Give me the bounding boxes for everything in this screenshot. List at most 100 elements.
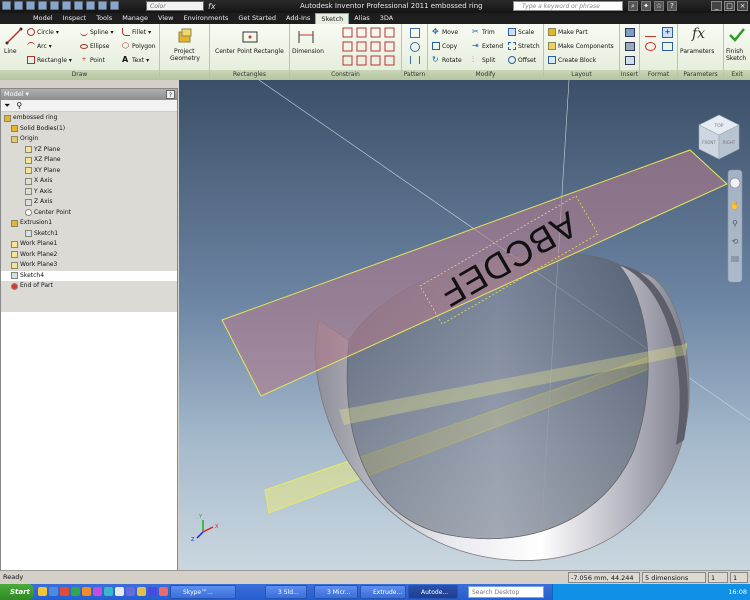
taskbar-item-autodesk[interactable]: Autode... [408, 585, 458, 599]
driven-dimension-icon[interactable] [662, 42, 673, 51]
taskbar-item-extrude[interactable]: Extrude... [360, 585, 406, 599]
spline-button[interactable]: Spline ▾ [80, 27, 113, 37]
rectangular-pattern-icon[interactable] [410, 28, 420, 38]
line-icon[interactable] [5, 27, 23, 45]
tree-node-yz-plane[interactable]: YZ Plane [1, 145, 177, 156]
save-icon[interactable] [38, 1, 47, 10]
finish-sketch-icon[interactable] [728, 26, 746, 44]
taskbar-item-microsoft[interactable]: 3 Micr... [314, 585, 358, 599]
point-button[interactable]: + Point [80, 55, 104, 65]
parameters-group-title[interactable]: Parameters [678, 70, 723, 80]
fx-button[interactable]: fx [208, 0, 216, 13]
offset-button[interactable]: Offset [508, 55, 536, 65]
tab-3da[interactable]: 3DA [375, 13, 398, 24]
tree-node-work-plane3[interactable]: Work Plane3 [1, 260, 177, 271]
tab-manage[interactable]: Manage [117, 13, 153, 24]
undo-icon[interactable] [50, 1, 59, 10]
tab-tools[interactable]: Tools [91, 13, 117, 24]
desktop-icon[interactable] [38, 587, 47, 596]
circular-pattern-icon[interactable] [410, 42, 420, 52]
app-icon[interactable] [93, 587, 102, 596]
tab-alias[interactable]: Alias [349, 13, 374, 24]
rotate-button[interactable]: ↻ Rotate [432, 55, 462, 65]
orbit-icon[interactable]: ⟲ [732, 237, 739, 246]
print-icon[interactable] [86, 1, 95, 10]
binoculars-icon[interactable]: ⌕ [628, 1, 638, 11]
tab-inspect[interactable]: Inspect [58, 13, 92, 24]
tree-node-x-axis[interactable]: X Axis [1, 176, 177, 187]
tab-environments[interactable]: Environments [178, 13, 233, 24]
create-block-button[interactable]: Create Block [548, 55, 596, 65]
centerline-icon[interactable]: + [662, 27, 673, 38]
redo-icon[interactable] [62, 1, 71, 10]
app-icon[interactable] [159, 587, 168, 596]
viewcube[interactable]: TOP FRONT RIGHT [698, 114, 740, 160]
parameters-fx-icon[interactable]: fx [692, 26, 705, 42]
close-button[interactable]: × [737, 1, 748, 11]
tree-node-xy-plane[interactable]: XY Plane [1, 166, 177, 177]
construction-icon[interactable] [645, 28, 656, 37]
comm-center-icon[interactable]: ☆ [654, 1, 664, 11]
tree-node-work-plane2[interactable]: Work Plane2 [1, 250, 177, 261]
make-components-button[interactable]: Make Components [548, 41, 614, 51]
tree-node-sketch1[interactable]: Sketch1 [1, 229, 177, 240]
home-icon[interactable] [74, 1, 83, 10]
constrain-group-title[interactable]: Constrain [290, 70, 401, 80]
app-icon[interactable] [115, 587, 124, 596]
app-menu-icon[interactable] [2, 1, 11, 10]
subscription-icon[interactable]: ✦ [641, 1, 651, 11]
center-point-rectangle-icon[interactable] [241, 28, 259, 46]
open-icon[interactable] [26, 1, 35, 10]
dimension-icon[interactable] [297, 27, 315, 45]
tree-node-xz-plane[interactable]: XZ Plane [1, 155, 177, 166]
draw-group-title[interactable]: Draw [0, 70, 159, 80]
constraint-buttons-grid[interactable] [342, 27, 400, 67]
center-point-format-icon[interactable] [645, 42, 656, 51]
tab-view[interactable]: View [153, 13, 178, 24]
new-icon[interactable] [14, 1, 23, 10]
app-icon[interactable] [104, 587, 113, 596]
zoom-icon[interactable]: ⚲ [732, 219, 738, 228]
rectangle-button[interactable]: Rectangle ▾ [27, 55, 72, 65]
text-button[interactable]: A Text ▾ [122, 55, 149, 65]
help-search-input[interactable]: Type a keyword or phrase [513, 1, 623, 11]
update-icon[interactable] [110, 1, 119, 10]
taskbar-item-skype[interactable]: Skype™... [170, 585, 236, 599]
app-icon[interactable] [71, 587, 80, 596]
tray-clock[interactable]: 16:08 [728, 584, 747, 600]
move-button[interactable]: ✥ Move [432, 27, 458, 37]
tab-sketch[interactable]: Sketch [315, 13, 350, 24]
mirror-icon[interactable] [410, 56, 420, 64]
tree-node-center-point[interactable]: Center Point [1, 208, 177, 219]
copy-button[interactable]: Copy [432, 41, 457, 51]
format-group-title[interactable]: Format [640, 70, 677, 80]
search-desktop-input[interactable]: Search Desktop [468, 586, 544, 598]
app-icon[interactable] [148, 587, 157, 596]
fillet-button[interactable]: Fillet ▾ [122, 27, 151, 37]
tree-node-embossed-ring[interactable]: embossed ring [1, 113, 177, 124]
project-geometry-icon[interactable] [176, 27, 194, 45]
tree-node-z-axis[interactable]: Z Axis [1, 197, 177, 208]
tree-node-solid-bodies-1[interactable]: Solid Bodies(1) [1, 124, 177, 135]
color-dropdown[interactable]: Color [146, 1, 204, 11]
circle-button[interactable]: Circle ▾ [27, 27, 59, 37]
help-icon[interactable]: ? [667, 1, 677, 11]
browser-header[interactable]: Model ▾ ? [1, 89, 177, 100]
tab-get-started[interactable]: Get Started [233, 13, 281, 24]
polygon-button[interactable]: ⬡ Polygon [122, 41, 156, 51]
look-at-icon[interactable] [731, 256, 739, 262]
tree-node-extrusion1[interactable]: Extrusion1 [1, 218, 177, 229]
select-icon[interactable] [98, 1, 107, 10]
pan-icon[interactable]: ✋ [730, 200, 740, 210]
tree-node-origin[interactable]: Origin [1, 134, 177, 145]
tab-add-ins[interactable]: Add-Ins [281, 13, 315, 24]
filter-icon[interactable]: ⏷ [4, 101, 10, 111]
ellipse-button[interactable]: Ellipse [80, 41, 109, 51]
extend-button[interactable]: ⇥ Extend [472, 41, 503, 51]
make-part-button[interactable]: Make Part [548, 27, 588, 37]
find-icon[interactable]: ⚲ [16, 101, 22, 110]
trim-button[interactable]: ✂ Trim [472, 27, 495, 37]
import-points-icon[interactable] [625, 42, 635, 51]
tree-node-end-of-part[interactable]: End of Part [1, 281, 177, 292]
arc-button[interactable]: Arc ▾ [27, 41, 52, 51]
